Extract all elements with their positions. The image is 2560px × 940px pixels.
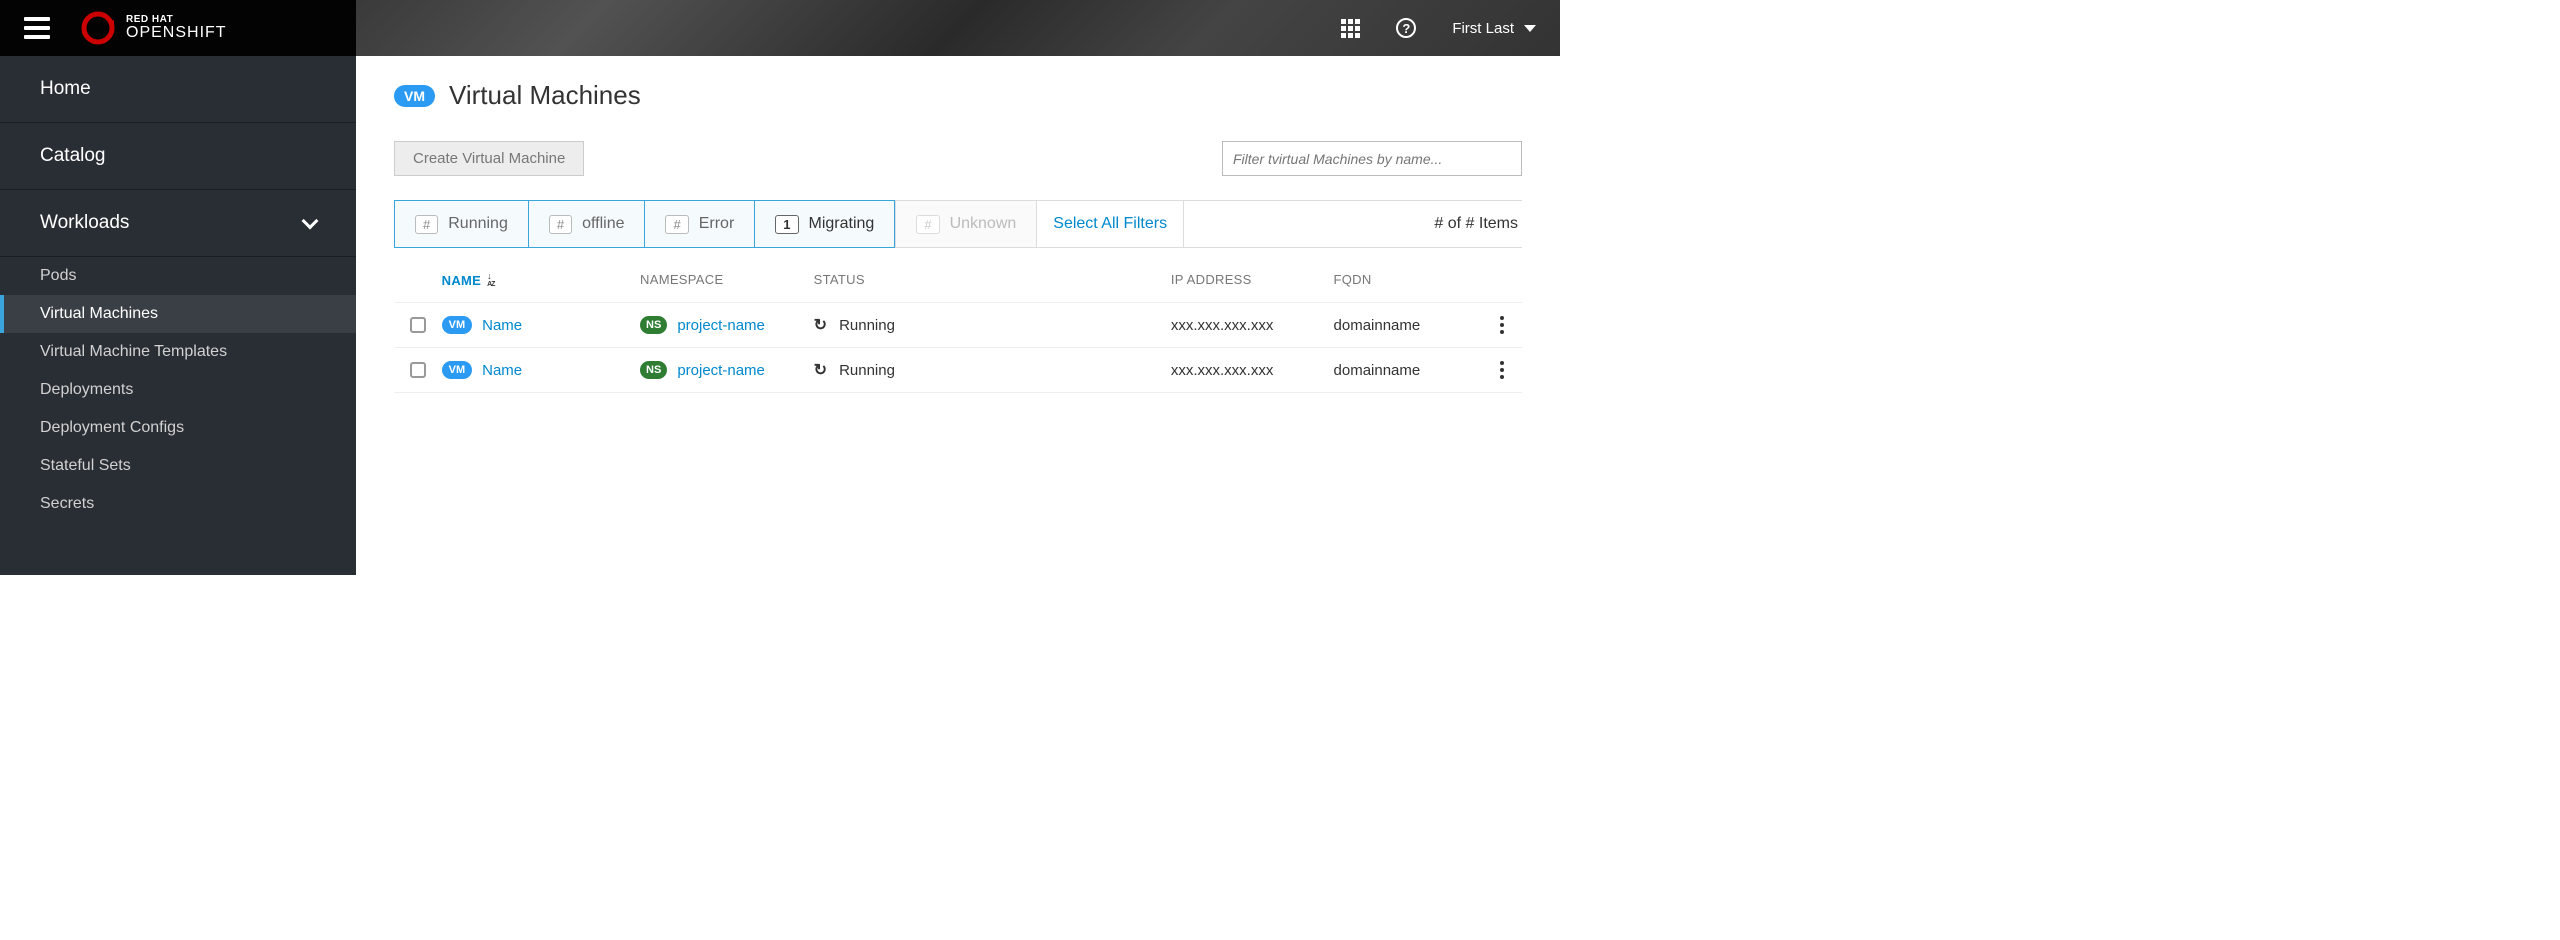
filter-input[interactable]	[1222, 141, 1522, 176]
vm-badge: VM	[394, 85, 435, 107]
filter-migrating[interactable]: 1 Migrating	[755, 200, 895, 248]
th-namespace[interactable]: NAMESPACE	[640, 272, 814, 288]
nav-home[interactable]: Home	[0, 56, 356, 122]
row-checkbox[interactable]	[410, 317, 426, 333]
nav-virtual-machines[interactable]: Virtual Machines	[0, 295, 356, 333]
filter-label: Migrating	[809, 215, 875, 233]
ip-text: xxx.xxx.xxx.xxx	[1171, 362, 1334, 379]
filter-count: #	[665, 215, 688, 234]
brand-bottom: OPENSHIFT	[126, 25, 227, 41]
openshift-icon	[80, 10, 116, 46]
nav-pods[interactable]: Pods	[0, 257, 356, 295]
vm-pill: VM	[442, 361, 473, 379]
filter-label: Running	[448, 215, 508, 233]
th-fqdn[interactable]: FQDN	[1334, 272, 1483, 288]
filter-label: offline	[582, 215, 624, 233]
table-row: VM Name NS project-name ↻ Running xxx.xx…	[394, 348, 1522, 393]
select-all-filters[interactable]: Select All Filters	[1037, 201, 1184, 247]
filter-count: #	[415, 215, 438, 234]
nav-catalog[interactable]: Catalog	[0, 122, 356, 189]
filter-count: 1	[775, 215, 798, 234]
user-name: First Last	[1452, 20, 1514, 37]
kebab-menu[interactable]	[1500, 361, 1504, 379]
brand-logo[interactable]: RED HAT OPENSHIFT	[80, 10, 227, 46]
filter-count: #	[549, 215, 572, 234]
filter-count: #	[916, 215, 939, 234]
ns-link[interactable]: project-name	[677, 317, 765, 334]
ns-link[interactable]: project-name	[677, 362, 765, 379]
caret-down-icon	[1524, 25, 1536, 32]
sort-icon: ↓AZ	[487, 272, 494, 288]
vm-table: NAME ↓AZ NAMESPACE STATUS IP ADDRESS FQD…	[394, 258, 1522, 393]
row-checkbox[interactable]	[410, 362, 426, 378]
table-row: VM Name NS project-name ↻ Running xxx.xx…	[394, 303, 1522, 348]
th-name[interactable]: NAME ↓AZ	[442, 272, 640, 288]
hamburger-menu[interactable]	[24, 17, 50, 39]
sidebar: Home Catalog Workloads Pods Virtual Mach…	[0, 56, 356, 575]
sync-icon: ↻	[814, 360, 827, 380]
vm-name-link[interactable]: Name	[482, 362, 522, 379]
page-heading: Virtual Machines	[449, 80, 641, 111]
apps-icon[interactable]	[1341, 19, 1360, 38]
page-title: VM Virtual Machines	[394, 80, 1522, 111]
help-icon[interactable]: ?	[1396, 18, 1416, 38]
th-ip[interactable]: IP ADDRESS	[1171, 272, 1334, 288]
top-header: RED HAT OPENSHIFT ? First Last	[0, 0, 1560, 56]
create-vm-button[interactable]: Create Virtual Machine	[394, 141, 584, 176]
fqdn-text: domainname	[1334, 362, 1483, 379]
ip-text: xxx.xxx.xxx.xxx	[1171, 317, 1334, 334]
vm-name-link[interactable]: Name	[482, 317, 522, 334]
nav-stateful-sets[interactable]: Stateful Sets	[0, 447, 356, 485]
fqdn-text: domainname	[1334, 317, 1483, 334]
user-menu[interactable]: First Last	[1452, 20, 1536, 37]
kebab-menu[interactable]	[1500, 316, 1504, 334]
ns-pill: NS	[640, 361, 667, 379]
toolbar: Create Virtual Machine	[394, 141, 1522, 176]
nav-vm-templates[interactable]: Virtual Machine Templates	[0, 333, 356, 371]
main-content: VM Virtual Machines Create Virtual Machi…	[356, 56, 1560, 575]
nav-workloads-label: Workloads	[40, 212, 129, 234]
filter-offline[interactable]: # offline	[529, 200, 646, 248]
filter-tabs: # Running # offline # Error 1 Migrating …	[394, 200, 1522, 248]
table-header: NAME ↓AZ NAMESPACE STATUS IP ADDRESS FQD…	[394, 258, 1522, 303]
items-count: # of # Items	[1430, 201, 1522, 247]
filter-error[interactable]: # Error	[645, 200, 755, 248]
nav-deployment-configs[interactable]: Deployment Configs	[0, 409, 356, 447]
filter-label: Unknown	[950, 215, 1017, 233]
header-actions: ? First Last	[1341, 18, 1536, 38]
brand-text: RED HAT OPENSHIFT	[126, 15, 227, 41]
filter-unknown[interactable]: # Unknown	[895, 200, 1037, 248]
nav-workloads[interactable]: Workloads	[0, 189, 356, 257]
filter-label: Error	[699, 215, 735, 233]
nav-secrets[interactable]: Secrets	[0, 485, 356, 523]
sync-icon: ↻	[814, 315, 827, 335]
filter-running[interactable]: # Running	[394, 200, 529, 248]
chevron-down-icon	[302, 213, 319, 230]
ns-pill: NS	[640, 316, 667, 334]
th-status[interactable]: STATUS	[814, 272, 1171, 288]
vm-pill: VM	[442, 316, 473, 334]
status-text: Running	[839, 317, 895, 334]
status-text: Running	[839, 362, 895, 379]
nav-deployments[interactable]: Deployments	[0, 371, 356, 409]
